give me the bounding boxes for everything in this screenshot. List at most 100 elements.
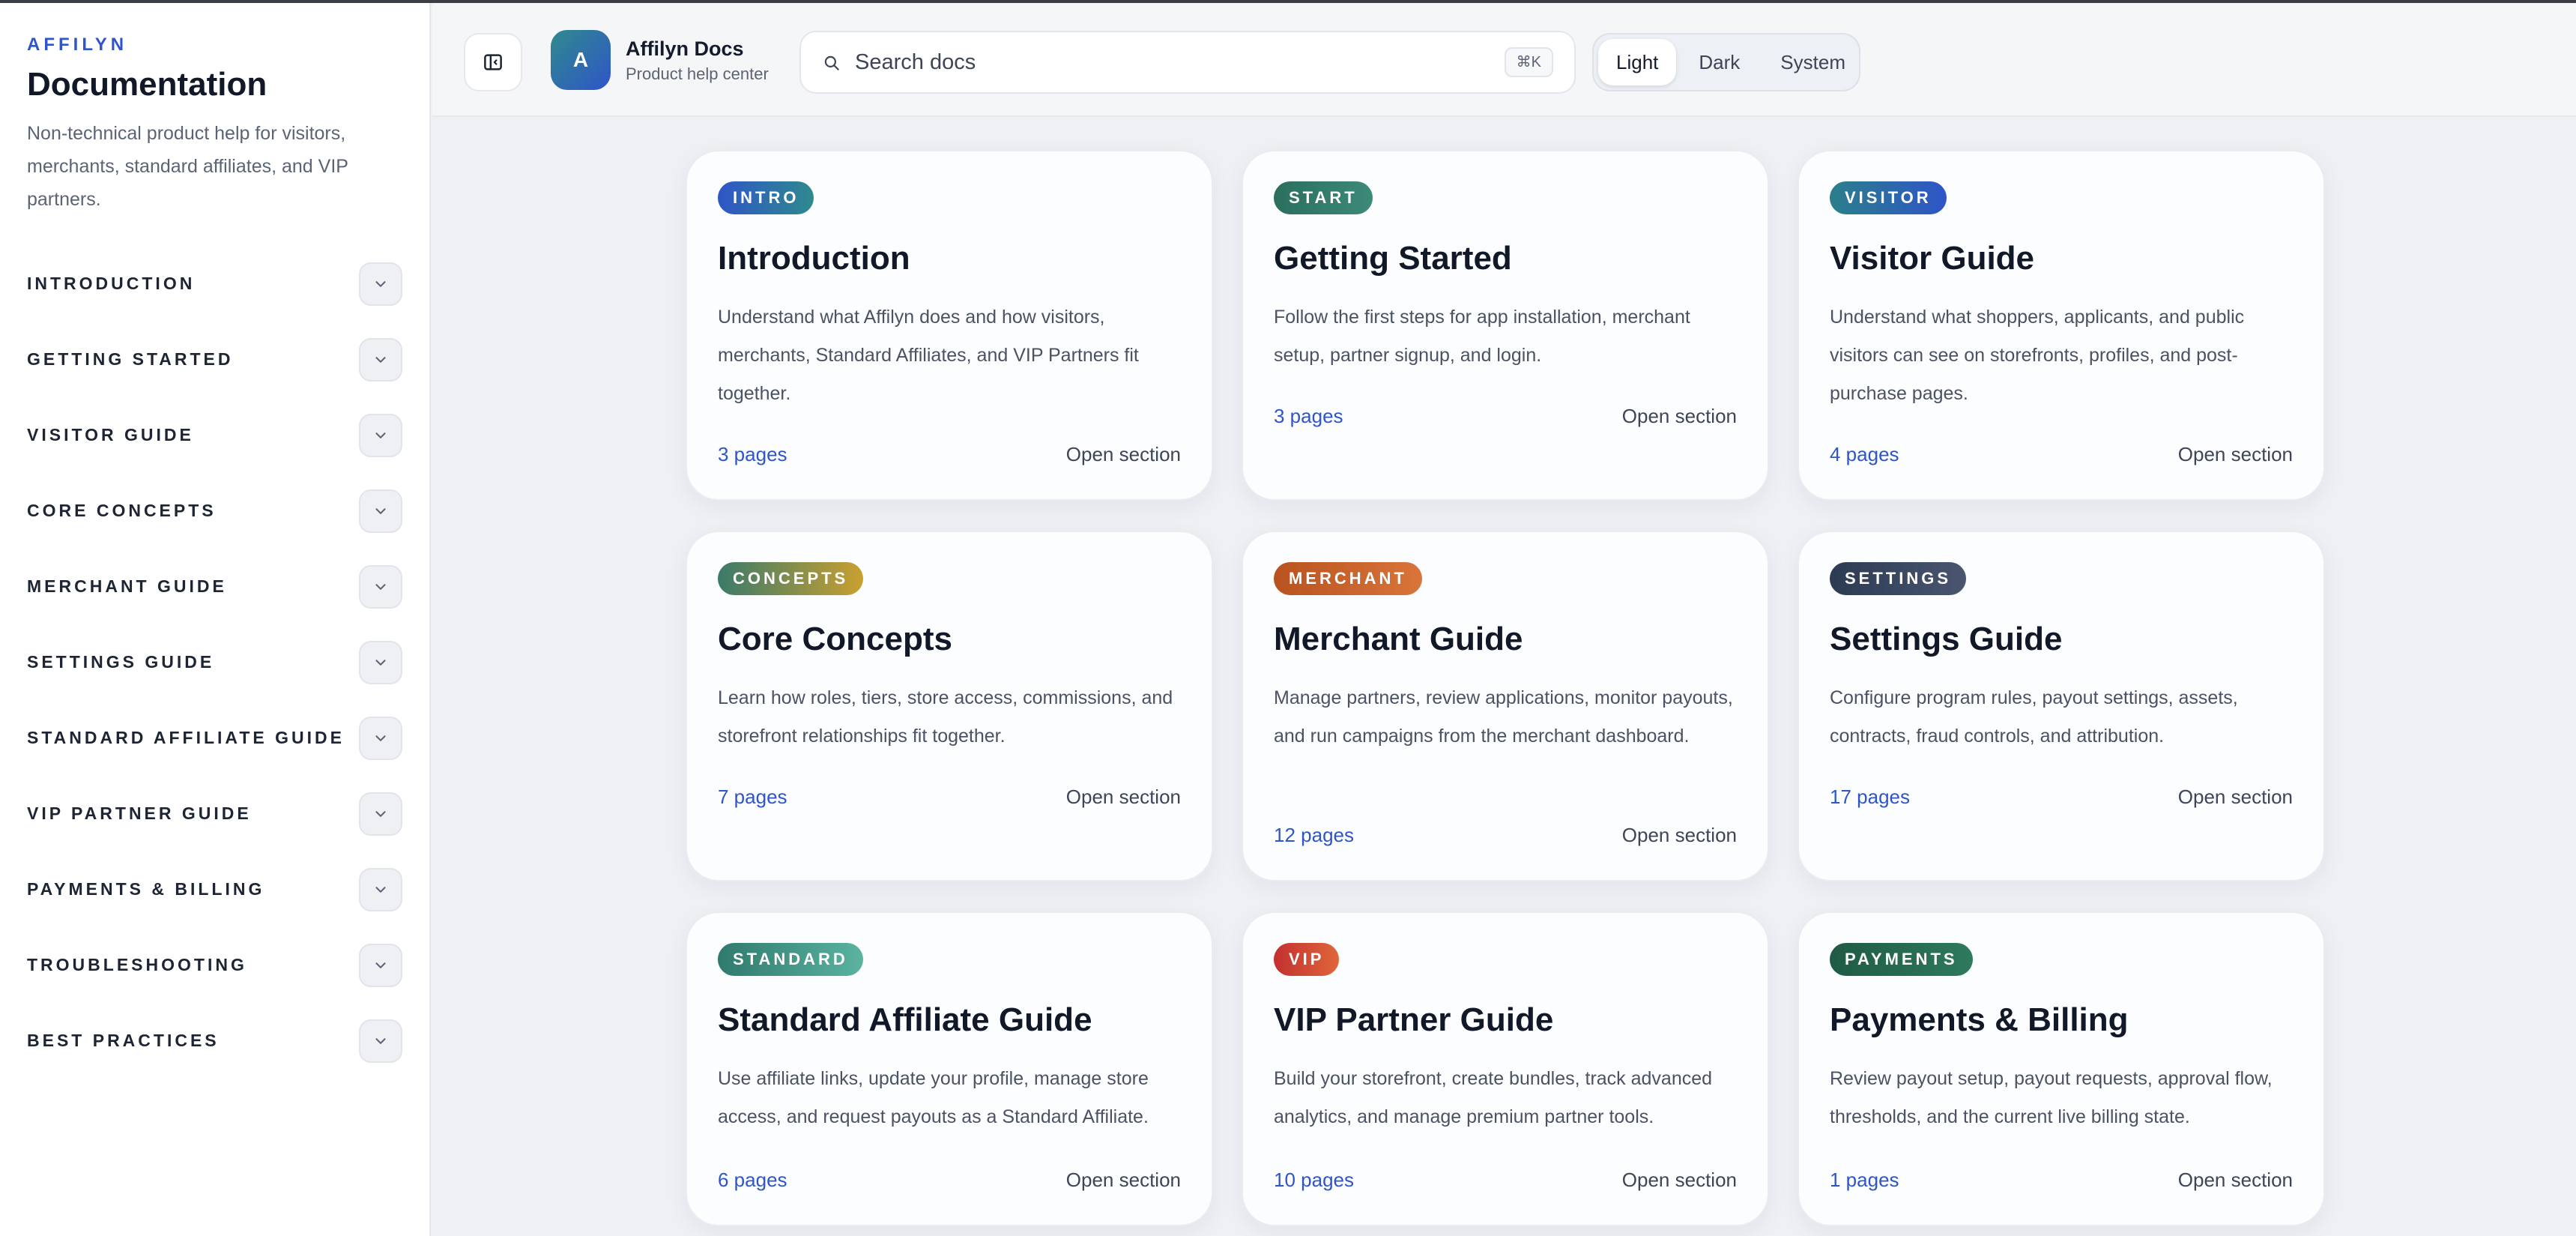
section-title: Standard Affiliate Guide (718, 1001, 1092, 1038)
sidebar-item-label: CORE CONCEPTS (27, 501, 217, 520)
section-card-vip-partner-guide[interactable]: VIP VIP Partner Guide Build your storefr… (1242, 911, 1769, 1226)
section-page-count: 3 pages (1274, 405, 1343, 427)
sidebar-item-label: PAYMENTS & BILLING (27, 879, 265, 899)
sidebar-item-introduction[interactable]: INTRODUCTION (27, 246, 402, 322)
sidebar-item-getting-started[interactable]: GETTING STARTED (27, 322, 402, 397)
search-shortcut-badge: ⌘K (1504, 47, 1553, 77)
section-badge: VISITOR (1830, 181, 1947, 214)
section-card-getting-started[interactable]: START Getting Started Follow the first s… (1242, 150, 1769, 501)
sidebar-item-vip-partner-guide[interactable]: VIP PARTNER GUIDE (27, 776, 402, 851)
sidebar: AFFILYN Documentation Non-technical prod… (0, 3, 431, 1236)
sidebar-item-label: STANDARD AFFILIATE GUIDE (27, 728, 345, 747)
section-card-introduction[interactable]: INTRO Introduction Understand what Affil… (686, 150, 1213, 501)
chevron-down-icon[interactable] (359, 716, 402, 760)
section-title: Introduction (718, 240, 910, 277)
section-title: Merchant Guide (1274, 621, 1523, 657)
search-input[interactable]: Search docs ⌘K (799, 31, 1576, 94)
open-section-link[interactable]: Open section (2178, 1169, 2293, 1192)
section-page-count: 6 pages (718, 1169, 787, 1191)
sidebar-item-visitor-guide[interactable]: VISITOR GUIDE (27, 397, 402, 473)
sidebar-item-best-practices[interactable]: BEST PRACTICES (27, 1003, 402, 1079)
section-page-count: 12 pages (1274, 824, 1354, 846)
section-card-settings-guide[interactable]: SETTINGS Settings Guide Configure progra… (1798, 531, 2325, 881)
brand-label: AFFILYN (27, 34, 128, 55)
open-section-link[interactable]: Open section (1066, 443, 1181, 466)
sidebar-item-label: GETTING STARTED (27, 349, 234, 369)
open-section-link[interactable]: Open section (2178, 786, 2293, 809)
section-page-count: 10 pages (1274, 1169, 1354, 1191)
section-card-core-concepts[interactable]: CONCEPTS Core Concepts Learn how roles, … (686, 531, 1213, 881)
section-description: Follow the first steps for app installat… (1274, 307, 1690, 366)
section-description: Understand what Affilyn does and how vis… (718, 307, 1139, 404)
section-card-payments-billing[interactable]: PAYMENTS Payments & Billing Review payou… (1798, 911, 2325, 1226)
app-name: Affilyn Docs (626, 37, 744, 60)
sidebar-nav: INTRODUCTION GETTING STARTED VISITOR GUI… (27, 246, 402, 1079)
section-page-count: 7 pages (718, 786, 787, 808)
open-section-link[interactable]: Open section (1622, 405, 1737, 428)
section-description: Build your storefront, create bundles, t… (1274, 1068, 1713, 1127)
chevron-down-icon[interactable] (359, 640, 402, 684)
open-section-link[interactable]: Open section (1622, 824, 1737, 847)
sidebar-item-core-concepts[interactable]: CORE CONCEPTS (27, 473, 402, 549)
app-subtitle: Product help center (626, 64, 769, 83)
section-title: Payments & Billing (1830, 1001, 2129, 1038)
section-title: Core Concepts (718, 621, 952, 657)
sidebar-item-label: INTRODUCTION (27, 274, 196, 293)
section-badge: VIP (1274, 943, 1340, 976)
section-page-count: 3 pages (718, 443, 787, 465)
chevron-down-icon[interactable] (359, 337, 402, 382)
open-section-link[interactable]: Open section (2178, 443, 2293, 466)
open-section-link[interactable]: Open section (1066, 1169, 1181, 1192)
sidebar-item-standard-affiliate-guide[interactable]: STANDARD AFFILIATE GUIDE (27, 700, 402, 776)
chevron-down-icon[interactable] (359, 413, 402, 457)
section-badge: CONCEPTS (718, 562, 864, 595)
sidebar-item-payments-billing[interactable]: PAYMENTS & BILLING (27, 851, 402, 927)
chevron-down-icon[interactable] (359, 792, 402, 836)
sidebar-toggle-button[interactable] (464, 33, 522, 91)
theme-switcher: Light Dark System (1592, 33, 1860, 91)
section-description: Understand what shoppers, applicants, an… (1830, 307, 2245, 404)
open-section-link[interactable]: Open section (1066, 786, 1181, 809)
section-page-count: 17 pages (1830, 786, 1910, 808)
theme-light-button[interactable]: Light (1598, 39, 1677, 85)
chevron-down-icon[interactable] (359, 1019, 402, 1063)
section-badge: INTRO (718, 181, 814, 214)
sidebar-item-label: BEST PRACTICES (27, 1031, 220, 1050)
chevron-down-icon[interactable] (359, 489, 402, 533)
sidebar-title: Documentation (27, 66, 267, 103)
sidebar-item-label: TROUBLESHOOTING (27, 955, 247, 974)
chevron-down-icon[interactable] (359, 564, 402, 609)
section-page-count: 4 pages (1830, 443, 1899, 465)
section-card-merchant-guide[interactable]: MERCHANT Merchant Guide Manage partners,… (1242, 531, 1769, 881)
chevron-down-icon[interactable] (359, 867, 402, 911)
open-section-link[interactable]: Open section (1622, 1169, 1737, 1192)
sidebar-item-label: SETTINGS GUIDE (27, 652, 215, 672)
sidebar-item-label: MERCHANT GUIDE (27, 576, 227, 596)
section-page-count: 1 pages (1830, 1169, 1899, 1191)
section-badge: STANDARD (718, 943, 863, 976)
section-title: Getting Started (1274, 240, 1512, 277)
section-card-standard-affiliate-guide[interactable]: STANDARD Standard Affiliate Guide Use af… (686, 911, 1213, 1226)
section-title: VIP Partner Guide (1274, 1001, 1554, 1038)
section-title: Settings Guide (1830, 621, 2063, 657)
sidebar-item-troubleshooting[interactable]: TROUBLESHOOTING (27, 927, 402, 1003)
section-badge: START (1274, 181, 1373, 214)
theme-dark-button[interactable]: Dark (1681, 39, 1758, 85)
section-badge: SETTINGS (1830, 562, 1967, 595)
avatar[interactable]: A (551, 30, 611, 90)
section-description: Review payout setup, payout requests, ap… (1830, 1068, 2273, 1127)
section-description: Configure program rules, payout settings… (1830, 687, 2238, 747)
theme-system-button[interactable]: System (1762, 39, 1863, 85)
sidebar-description: Non-technical product help for visitors,… (27, 123, 348, 210)
chevron-down-icon[interactable] (359, 943, 402, 987)
sidebar-item-label: VIP PARTNER GUIDE (27, 804, 252, 823)
sidebar-item-settings-guide[interactable]: SETTINGS GUIDE (27, 624, 402, 700)
section-badge: MERCHANT (1274, 562, 1422, 595)
search-icon (824, 55, 839, 70)
section-description: Manage partners, review applications, mo… (1274, 687, 1733, 747)
section-description: Learn how roles, tiers, store access, co… (718, 687, 1173, 747)
chevron-down-icon[interactable] (359, 262, 402, 306)
section-card-visitor-guide[interactable]: VISITOR Visitor Guide Understand what sh… (1798, 150, 2325, 501)
sidebar-item-merchant-guide[interactable]: MERCHANT GUIDE (27, 549, 402, 624)
section-title: Visitor Guide (1830, 240, 2035, 277)
